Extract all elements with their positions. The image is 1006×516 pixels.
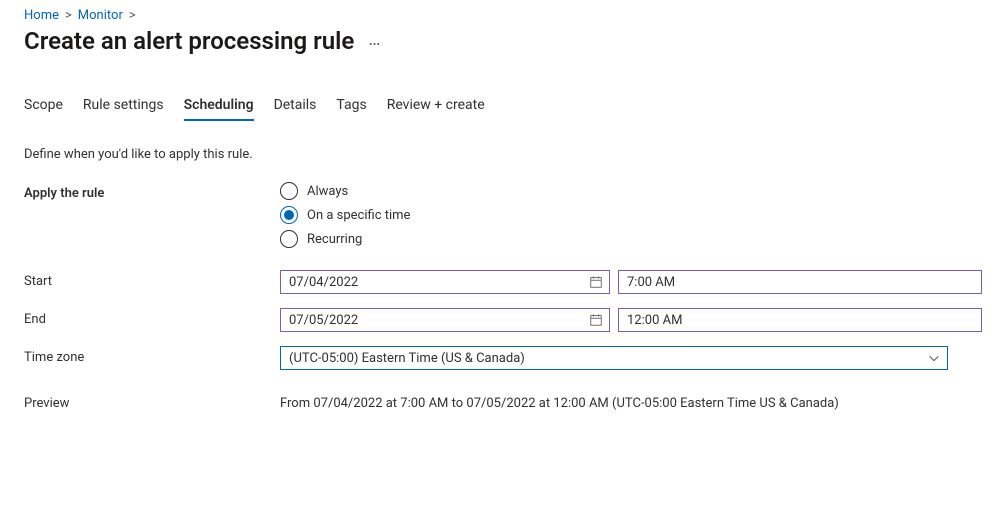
timezone-label: Time zone (24, 346, 280, 365)
radio-always-label: Always (307, 184, 348, 199)
end-time-value: 12:00 AM (627, 313, 682, 328)
tab-rule-settings[interactable]: Rule settings (83, 93, 164, 121)
start-time-input[interactable]: 7:00 AM (618, 270, 982, 294)
chevron-down-icon (927, 351, 941, 365)
tab-tags[interactable]: Tags (336, 93, 366, 121)
calendar-icon (589, 313, 603, 327)
radio-icon (280, 182, 298, 200)
start-time-value: 7:00 AM (627, 275, 675, 290)
preview-text: From 07/04/2022 at 7:00 AM to 07/05/2022… (280, 392, 982, 411)
breadcrumb: Home > Monitor > (24, 8, 982, 23)
instruction-text: Define when you'd like to apply this rul… (24, 147, 982, 162)
radio-recurring-label: Recurring (307, 232, 362, 247)
tab-bar: Scope Rule settings Scheduling Details T… (24, 93, 982, 121)
end-label: End (24, 308, 280, 327)
radio-recurring[interactable]: Recurring (280, 230, 982, 248)
tab-review-create[interactable]: Review + create (387, 93, 485, 121)
chevron-right-icon: > (65, 8, 72, 23)
radio-specific-time[interactable]: On a specific time (280, 206, 982, 224)
start-label: Start (24, 270, 280, 289)
preview-label: Preview (24, 392, 280, 411)
apply-rule-label: Apply the rule (24, 182, 280, 201)
radio-icon (280, 230, 298, 248)
start-date-input[interactable]: 07/04/2022 (280, 270, 610, 294)
calendar-icon (589, 275, 603, 289)
timezone-select[interactable]: (UTC-05:00) Eastern Time (US & Canada) (280, 346, 948, 370)
more-icon[interactable]: … (368, 31, 382, 49)
end-date-input[interactable]: 07/05/2022 (280, 308, 610, 332)
end-date-value: 07/05/2022 (289, 313, 589, 328)
radio-icon (280, 206, 298, 224)
radio-always[interactable]: Always (280, 182, 982, 200)
end-time-input[interactable]: 12:00 AM (618, 308, 982, 332)
breadcrumb-monitor[interactable]: Monitor (78, 8, 123, 23)
radio-specific-label: On a specific time (307, 208, 410, 223)
start-date-value: 07/04/2022 (289, 275, 589, 290)
breadcrumb-home[interactable]: Home (24, 8, 59, 23)
chevron-right-icon: > (129, 8, 136, 23)
tab-details[interactable]: Details (274, 93, 317, 121)
tab-scheduling[interactable]: Scheduling (184, 93, 254, 121)
tab-scope[interactable]: Scope (24, 93, 63, 121)
page-title: Create an alert processing rule (24, 27, 354, 55)
timezone-value: (UTC-05:00) Eastern Time (US & Canada) (289, 351, 525, 366)
